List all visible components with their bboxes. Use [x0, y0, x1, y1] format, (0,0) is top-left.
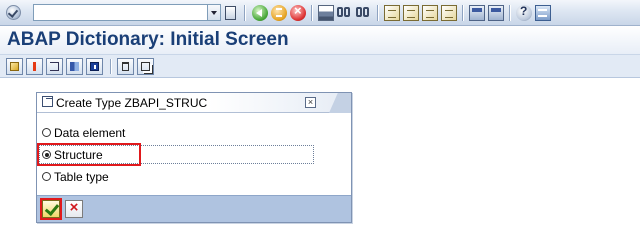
where-used-icon — [50, 62, 59, 71]
option-table-type[interactable]: Table type — [42, 168, 109, 185]
check-icon — [33, 62, 36, 71]
dialog-create-icon — [42, 96, 53, 107]
command-field[interactable] — [33, 4, 208, 21]
find-icon[interactable] — [337, 5, 353, 21]
display-object-list-icon — [90, 62, 99, 71]
option-data-element[interactable]: Data element — [42, 124, 125, 141]
back-icon[interactable] — [252, 5, 268, 21]
option-label: Data element — [54, 125, 126, 140]
radio-table-type[interactable] — [42, 172, 51, 181]
enter-icon[interactable] — [6, 5, 21, 20]
check-button[interactable] — [26, 58, 43, 75]
where-used-button[interactable] — [46, 58, 63, 75]
page-title: ABAP Dictionary: Initial Screen — [7, 29, 289, 50]
cancel-button[interactable]: × — [65, 200, 83, 218]
layout-menu-icon[interactable] — [535, 5, 551, 21]
toolbar-separator — [377, 5, 378, 21]
sap-gui-window: ABAP Dictionary: Initial Screen — [0, 0, 640, 234]
toolbar-separator — [462, 5, 463, 21]
create-type-dialog: Create Type ZBAPI_STRUC × Data element S… — [36, 92, 352, 223]
help-icon[interactable] — [516, 4, 532, 21]
previous-page-icon[interactable] — [403, 5, 419, 21]
save-icon[interactable] — [225, 6, 236, 20]
exit-icon[interactable] — [271, 5, 287, 21]
dialog-title: Create Type ZBAPI_STRUC — [56, 96, 208, 110]
dialog-header: Create Type ZBAPI_STRUC × — [37, 93, 351, 113]
toolbar-separator — [509, 5, 510, 21]
new-session-icon[interactable] — [469, 5, 485, 21]
application-toolbar — [0, 54, 640, 78]
highlight-box-continue — [40, 198, 62, 220]
other-object-button[interactable] — [6, 58, 23, 75]
option-label: Table type — [54, 169, 109, 184]
command-dropdown-button[interactable] — [208, 4, 221, 21]
last-page-icon[interactable] — [441, 5, 457, 21]
next-page-icon[interactable] — [422, 5, 438, 21]
system-toolbar — [0, 0, 640, 26]
shortcut-icon[interactable] — [488, 5, 504, 21]
navigate-button[interactable] — [66, 58, 83, 75]
copy-button[interactable] — [137, 58, 154, 75]
navigate-icon — [70, 62, 79, 71]
delete-button[interactable] — [117, 58, 134, 75]
find-next-icon[interactable] — [356, 5, 372, 21]
title-bar: ABAP Dictionary: Initial Screen — [0, 26, 640, 54]
copy-icon — [141, 62, 150, 71]
toolbar-separator — [110, 59, 111, 74]
highlight-box-structure — [37, 143, 141, 166]
dialog-close-icon[interactable]: × — [305, 97, 316, 108]
toolbar-separator — [311, 5, 312, 21]
cancel-icon[interactable] — [290, 3, 306, 21]
other-object-icon — [10, 62, 19, 71]
first-page-icon[interactable] — [384, 5, 400, 21]
delete-icon — [122, 62, 129, 71]
print-icon[interactable] — [318, 5, 334, 21]
display-object-list-button[interactable] — [86, 58, 103, 75]
dialog-footer: × — [37, 195, 351, 222]
radio-data-element[interactable] — [42, 128, 51, 137]
toolbar-separator — [244, 5, 245, 21]
